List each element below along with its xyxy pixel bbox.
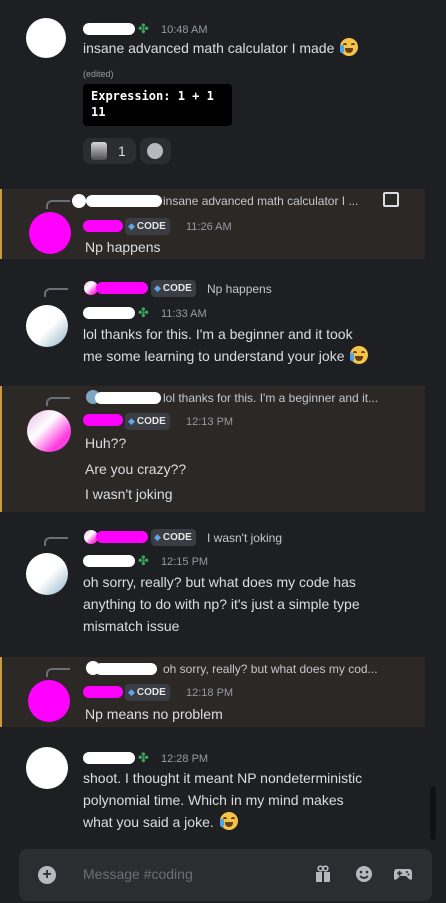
message-text: me some learning to understand your joke <box>83 345 369 367</box>
avatar[interactable] <box>26 305 68 347</box>
username[interactable] <box>83 686 123 698</box>
message: ✤ 10:48 AM insane advanced math calculat… <box>0 0 425 180</box>
message: ✤ 12:28 PM shoot. I thought it meant NP … <box>0 740 425 840</box>
reaction-sticker-icon <box>91 142 107 160</box>
clover-icon: ✤ <box>138 305 149 320</box>
server-tag-badge[interactable]: ◆ CODE <box>151 529 196 546</box>
timestamp: 12:15 PM <box>161 556 209 568</box>
message-text: insane advanced math calculator I made <box>83 37 359 59</box>
emoji-icon <box>147 143 163 159</box>
message: ◆ CODE I wasn't joking ✤ 12:15 PM oh sorr… <box>0 521 425 645</box>
reply-connector <box>46 668 70 677</box>
message: ◆ CODE Np happens ✤ 11:33 AM lol thanks f… <box>0 272 425 372</box>
server-tag-badge[interactable]: ◆ CODE <box>125 684 170 701</box>
reply-preview[interactable]: oh sorry, really? but what does my cod..… <box>163 661 378 677</box>
message-text: what you said a joke. <box>83 811 238 833</box>
clover-icon: ✤ <box>138 21 149 36</box>
reply-preview[interactable]: Np happens <box>207 281 272 297</box>
timestamp: 11:26 AM <box>186 221 232 233</box>
reaction-button[interactable]: 1 <box>83 138 136 164</box>
username[interactable] <box>83 220 123 232</box>
message-text: Are you crazy?? <box>85 461 187 477</box>
message-text: I wasn't joking <box>85 486 173 502</box>
username[interactable] <box>83 414 123 426</box>
chat-area: ✤ 10:48 AM insane advanced math calculat… <box>0 0 446 903</box>
reply-connector <box>44 537 68 546</box>
avatar[interactable] <box>29 212 71 254</box>
clover-icon: ✤ <box>138 553 149 568</box>
add-reaction-button[interactable] <box>140 138 171 164</box>
avatar[interactable] <box>26 747 68 789</box>
gift-icon[interactable] <box>312 865 334 886</box>
avatar[interactable] <box>27 410 71 452</box>
reply-avatar <box>72 194 86 208</box>
reply-username[interactable] <box>86 195 162 207</box>
emoji-icon[interactable] <box>353 865 375 886</box>
username[interactable] <box>83 752 135 764</box>
timestamp: 12:18 PM <box>186 687 234 699</box>
reply-preview[interactable]: lol thanks for this. I'm a beginner and … <box>163 390 378 406</box>
clover-icon: ✤ <box>138 750 149 765</box>
reply-preview[interactable]: I wasn't joking <box>207 530 282 546</box>
reply-username[interactable] <box>95 392 161 404</box>
message: oh sorry, really? but what does my cod..… <box>0 657 425 727</box>
avatar[interactable] <box>28 680 70 722</box>
username[interactable] <box>83 307 135 319</box>
add-circle-icon[interactable]: + <box>38 866 56 884</box>
water-drop-icon: ◆ <box>128 416 135 426</box>
reply-connector <box>44 288 68 297</box>
message-text: anything to do with np? it's just a simp… <box>83 596 360 612</box>
crying-laughing-emoji-icon <box>219 812 238 830</box>
code-block: Expression: 1 + 1 11 <box>83 84 232 126</box>
reply-connector <box>46 397 70 406</box>
timestamp: 12:28 PM <box>161 753 209 765</box>
reaction-count: 1 <box>118 143 126 159</box>
message-text: Np happens <box>85 239 161 255</box>
server-tag-badge[interactable]: ◆ CODE <box>125 413 170 430</box>
water-drop-icon: ◆ <box>154 283 161 293</box>
edited-label: (edited) <box>83 69 114 79</box>
crying-laughing-emoji-icon <box>340 38 359 56</box>
scrollbar-thumb[interactable] <box>430 786 436 840</box>
message-text: Np means no problem <box>85 706 223 722</box>
message-input-placeholder[interactable]: Message #coding <box>83 866 193 882</box>
message-text: Huh?? <box>85 435 127 451</box>
username[interactable] <box>83 555 135 567</box>
message-text: oh sorry, really? but what does my code … <box>83 574 356 590</box>
timestamp: 10:48 AM <box>161 24 208 36</box>
image-icon <box>383 192 399 207</box>
reply-preview[interactable]: insane advanced math calculator I ... <box>163 193 358 209</box>
message-text: mismatch issue <box>83 618 180 634</box>
laughing-emoji-icon <box>350 346 369 364</box>
reply-username[interactable] <box>95 663 157 675</box>
reply-username[interactable] <box>96 282 148 294</box>
water-drop-icon: ◆ <box>128 221 135 231</box>
avatar[interactable] <box>26 18 66 58</box>
message-text: shoot. I thought it meant NP nondetermin… <box>83 770 363 786</box>
gamepad-icon[interactable] <box>392 865 414 886</box>
reply-connector <box>46 200 70 209</box>
message-text: polynomial time. Which in my mind makes <box>83 792 344 808</box>
message-composer[interactable]: + Message #coding <box>19 849 432 901</box>
reply-username[interactable] <box>96 531 148 543</box>
server-tag-badge[interactable]: ◆ CODE <box>125 218 170 235</box>
timestamp: 11:33 AM <box>161 308 207 320</box>
avatar[interactable] <box>26 553 68 595</box>
water-drop-icon: ◆ <box>154 532 161 542</box>
server-tag-badge[interactable]: ◆ CODE <box>151 280 196 297</box>
timestamp: 12:13 PM <box>186 416 234 428</box>
username[interactable] <box>83 23 135 35</box>
water-drop-icon: ◆ <box>128 687 135 697</box>
message-text: lol thanks for this. I'm a beginner and … <box>83 326 353 342</box>
message: lol thanks for this. I'm a beginner and … <box>0 386 425 512</box>
message: insane advanced math calculator I ... ◆ C… <box>0 189 425 259</box>
